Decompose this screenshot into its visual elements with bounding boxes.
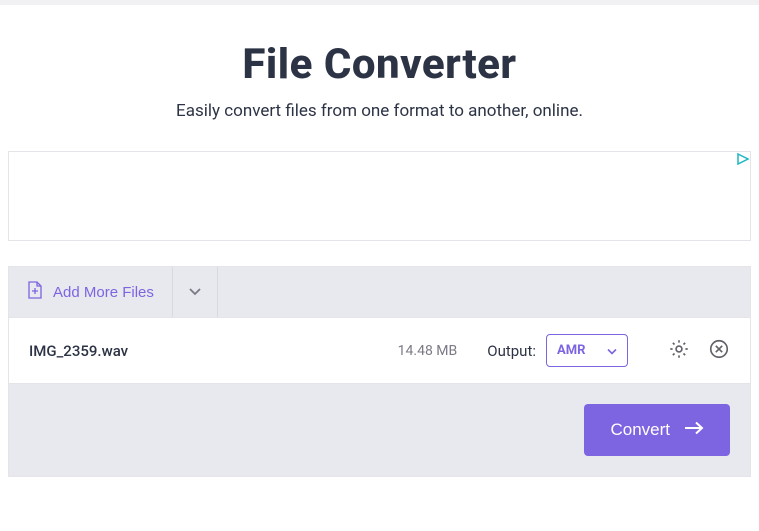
page-subtitle: Easily convert files from one format to … xyxy=(8,101,751,121)
add-row: Add More Files xyxy=(9,267,750,317)
output-format-value: AMR xyxy=(557,343,585,358)
output-format-select[interactable]: AMR xyxy=(546,334,628,367)
file-row: IMG_2359.wav 14.48 MB Output: AMR xyxy=(9,317,750,383)
remove-file-button[interactable] xyxy=(708,338,730,363)
convert-button-label: Convert xyxy=(610,420,670,440)
ad-placeholder xyxy=(8,151,751,241)
adchoices-icon[interactable] xyxy=(735,152,750,165)
add-file-icon xyxy=(27,281,43,303)
chevron-down-icon xyxy=(188,285,202,300)
settings-button[interactable] xyxy=(668,338,690,363)
file-name: IMG_2359.wav xyxy=(29,342,398,360)
add-more-files-button[interactable]: Add More Files xyxy=(9,267,173,317)
arrow-right-icon xyxy=(684,420,704,440)
chevron-down-icon xyxy=(607,341,617,360)
file-area: Add More Files IMG_2359.wav 14.48 MB Out… xyxy=(8,266,751,477)
main-container: File Converter Easily convert files from… xyxy=(0,40,759,477)
output-label: Output: xyxy=(487,342,536,360)
page-title: File Converter xyxy=(8,40,751,89)
convert-row: Convert xyxy=(9,383,750,476)
top-border xyxy=(0,0,759,5)
file-size: 14.48 MB xyxy=(398,343,458,359)
add-more-files-dropdown[interactable] xyxy=(173,267,218,317)
convert-button[interactable]: Convert xyxy=(584,404,730,456)
add-more-files-label: Add More Files xyxy=(53,284,154,301)
gear-icon xyxy=(668,338,690,363)
close-icon xyxy=(708,338,730,363)
